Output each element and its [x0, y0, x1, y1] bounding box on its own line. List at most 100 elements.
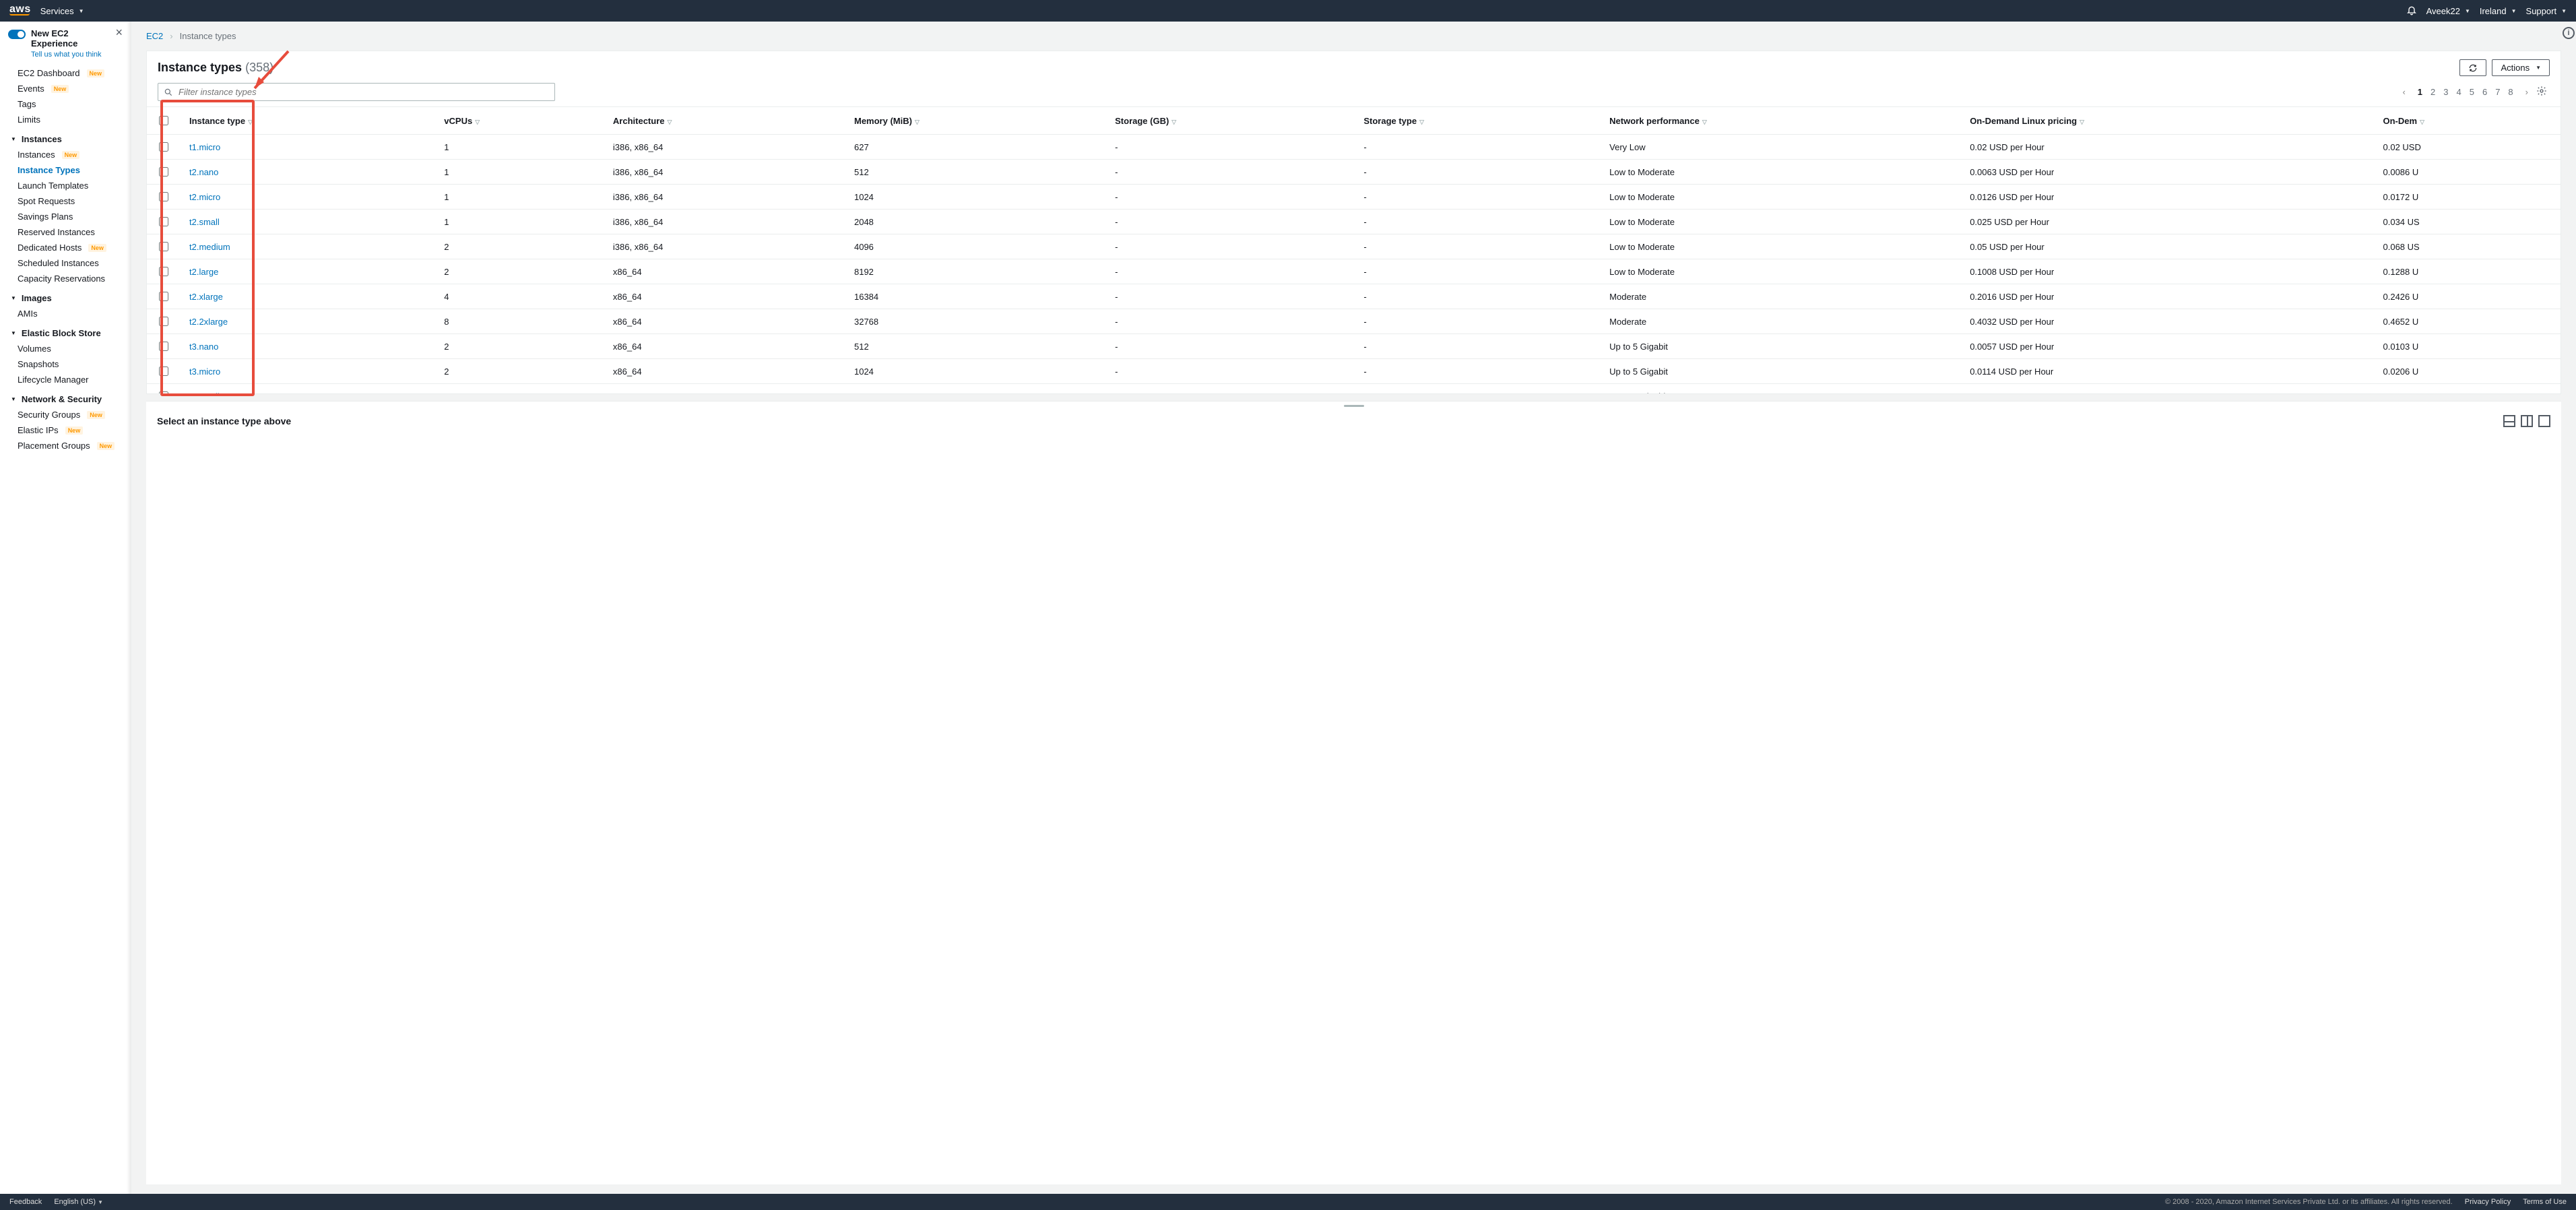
sidebar-item-snapshots[interactable]: Snapshots	[0, 356, 131, 372]
row-checkbox[interactable]	[147, 259, 180, 284]
sidebar-group-elastic-block-store[interactable]: Elastic Block Store	[0, 321, 131, 341]
sidebar-item-spot-requests[interactable]: Spot Requests	[0, 193, 131, 209]
actions-button[interactable]: Actions	[2492, 59, 2550, 76]
cell-instance-type[interactable]: t2.medium	[180, 234, 434, 259]
page-6[interactable]: 6	[2482, 87, 2487, 97]
table-row[interactable]: t1.micro1i386, x86_64627--Very Low0.02 U…	[147, 135, 2561, 160]
sidebar-item-placement-groups[interactable]: Placement GroupsNew	[0, 438, 131, 453]
terms-link[interactable]: Terms of Use	[2523, 1198, 2567, 1206]
row-checkbox[interactable]	[147, 309, 180, 334]
page-7[interactable]: 7	[2495, 87, 2500, 97]
row-checkbox[interactable]	[147, 210, 180, 234]
row-checkbox[interactable]	[147, 284, 180, 309]
sidebar-item-elastic-ips[interactable]: Elastic IPsNew	[0, 422, 131, 438]
sidebar-item-events[interactable]: EventsNew	[0, 81, 131, 96]
sidebar-item-scheduled-instances[interactable]: Scheduled Instances	[0, 255, 131, 271]
table-row[interactable]: t3.small2x86_642048--Up to 5 Gigabit0.02…	[147, 384, 2561, 394]
col-architecture[interactable]: Architecture▽	[604, 107, 845, 135]
sidebar-item-limits[interactable]: Limits	[0, 112, 131, 127]
cell-instance-type[interactable]: t1.micro	[180, 135, 434, 160]
table-row[interactable]: t2.nano1i386, x86_64512--Low to Moderate…	[147, 160, 2561, 185]
sidebar-item-tags[interactable]: Tags	[0, 96, 131, 112]
layout-full-icon[interactable]	[2538, 415, 2550, 427]
row-checkbox[interactable]	[147, 160, 180, 185]
close-icon[interactable]: ×	[115, 28, 123, 36]
col-memory-mib-[interactable]: Memory (MiB)▽	[845, 107, 1105, 135]
select-all-header[interactable]	[147, 107, 180, 135]
table-row[interactable]: t2.xlarge4x86_6416384--Moderate0.2016 US…	[147, 284, 2561, 309]
sidebar-group-network-security[interactable]: Network & Security	[0, 387, 131, 407]
cell-instance-type[interactable]: t3.nano	[180, 334, 434, 359]
language-menu[interactable]: English (US)	[54, 1198, 103, 1206]
notifications-icon[interactable]	[2406, 5, 2417, 18]
table-row[interactable]: t3.micro2x86_641024--Up to 5 Gigabit0.01…	[147, 359, 2561, 384]
sidebar-item-volumes[interactable]: Volumes	[0, 341, 131, 356]
table-row[interactable]: t2.medium2i386, x86_644096--Low to Moder…	[147, 234, 2561, 259]
drag-handle[interactable]	[146, 402, 2561, 410]
cell-instance-type[interactable]: t3.micro	[180, 359, 434, 384]
new-experience-feedback-link[interactable]: Tell us what you think	[31, 51, 102, 59]
services-menu[interactable]: Services	[40, 6, 84, 16]
page-prev[interactable]: ‹	[2402, 87, 2405, 97]
cell-instance-type[interactable]: t2.2xlarge	[180, 309, 434, 334]
row-checkbox[interactable]	[147, 334, 180, 359]
page-5[interactable]: 5	[2470, 87, 2474, 97]
feedback-link[interactable]: Feedback	[9, 1198, 42, 1206]
sidebar-item-launch-templates[interactable]: Launch Templates	[0, 178, 131, 193]
sidebar-item-dedicated-hosts[interactable]: Dedicated HostsNew	[0, 240, 131, 255]
sidebar-group-instances[interactable]: Instances	[0, 127, 131, 147]
aws-logo[interactable]: aws	[9, 6, 31, 15]
table-row[interactable]: t2.micro1i386, x86_641024--Low to Modera…	[147, 185, 2561, 210]
cell-instance-type[interactable]: t2.small	[180, 210, 434, 234]
support-menu[interactable]: Support	[2526, 6, 2567, 16]
sidebar-item-lifecycle-manager[interactable]: Lifecycle Manager	[0, 372, 131, 387]
sidebar-item-savings-plans[interactable]: Savings Plans	[0, 209, 131, 224]
refresh-button[interactable]	[2459, 59, 2486, 76]
col-on-demand-linux-pricing[interactable]: On-Demand Linux pricing▽	[1960, 107, 2373, 135]
sidebar-item-reserved-instances[interactable]: Reserved Instances	[0, 224, 131, 240]
row-checkbox[interactable]	[147, 384, 180, 394]
table-row[interactable]: t2.large2x86_648192--Low to Moderate0.10…	[147, 259, 2561, 284]
sidebar-item-ec2-dashboard[interactable]: EC2 DashboardNew	[0, 65, 131, 81]
table-row[interactable]: t2.small1i386, x86_642048--Low to Modera…	[147, 210, 2561, 234]
col-storage-type[interactable]: Storage type▽	[1354, 107, 1600, 135]
cell-instance-type[interactable]: t2.large	[180, 259, 434, 284]
page-2[interactable]: 2	[2430, 87, 2435, 97]
page-3[interactable]: 3	[2443, 87, 2448, 97]
table-row[interactable]: t2.2xlarge8x86_6432768--Moderate0.4032 U…	[147, 309, 2561, 334]
breadcrumb-root[interactable]: EC2	[146, 31, 163, 41]
privacy-link[interactable]: Privacy Policy	[2465, 1198, 2511, 1206]
region-menu[interactable]: Ireland	[2480, 6, 2517, 16]
sidebar-item-security-groups[interactable]: Security GroupsNew	[0, 407, 131, 422]
cell-instance-type[interactable]: t2.nano	[180, 160, 434, 185]
sidebar-group-images[interactable]: Images	[0, 286, 131, 306]
col-storage-gb-[interactable]: Storage (GB)▽	[1105, 107, 1354, 135]
row-checkbox[interactable]	[147, 234, 180, 259]
filter-input[interactable]	[177, 86, 549, 98]
account-menu[interactable]: Aveek22	[2426, 6, 2470, 16]
page-8[interactable]: 8	[2508, 87, 2513, 97]
info-icon[interactable]: i	[2563, 27, 2575, 39]
col-on-dem[interactable]: On-Dem▽	[2374, 107, 2561, 135]
sidebar-item-amis[interactable]: AMIs	[0, 306, 131, 321]
cell-instance-type[interactable]: t3.small	[180, 384, 434, 394]
row-checkbox[interactable]	[147, 135, 180, 160]
sidebar-item-capacity-reservations[interactable]: Capacity Reservations	[0, 271, 131, 286]
col-network-performance[interactable]: Network performance▽	[1600, 107, 1960, 135]
col-vcpus[interactable]: vCPUs▽	[434, 107, 604, 135]
table-row[interactable]: t3.nano2x86_64512--Up to 5 Gigabit0.0057…	[147, 334, 2561, 359]
sidebar-item-instance-types[interactable]: Instance Types	[0, 162, 131, 178]
settings-icon[interactable]	[2536, 86, 2547, 98]
page-4[interactable]: 4	[2456, 87, 2461, 97]
row-checkbox[interactable]	[147, 185, 180, 210]
layout-bottom-icon[interactable]	[2503, 415, 2515, 427]
col-instance-type[interactable]: Instance type▽	[180, 107, 434, 135]
layout-side-icon[interactable]	[2521, 415, 2533, 427]
row-checkbox[interactable]	[147, 359, 180, 384]
filter-input-wrap[interactable]	[158, 83, 555, 101]
page-1[interactable]: 1	[2418, 87, 2422, 97]
sidebar-item-instances[interactable]: InstancesNew	[0, 147, 131, 162]
cell-instance-type[interactable]: t2.xlarge	[180, 284, 434, 309]
cell-instance-type[interactable]: t2.micro	[180, 185, 434, 210]
page-next[interactable]: ›	[2525, 87, 2528, 97]
